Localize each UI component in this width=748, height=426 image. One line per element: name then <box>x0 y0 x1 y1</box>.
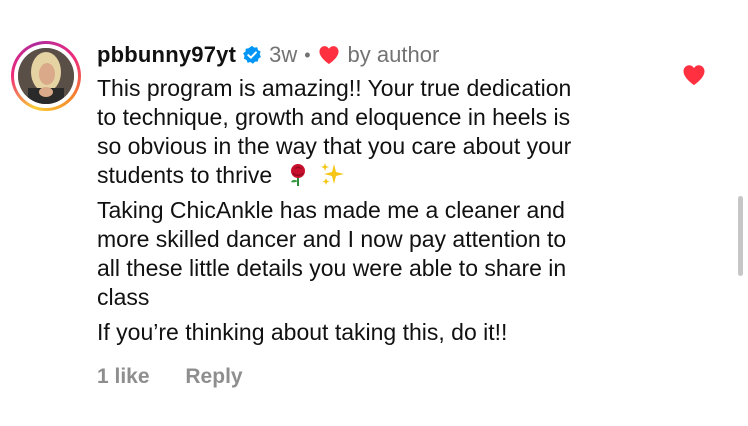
verified-badge-icon <box>242 45 262 65</box>
comment-line-with-emoji: students to thrive <box>97 161 667 190</box>
comment-line: to technique, growth and eloquence in he… <box>97 104 571 130</box>
like-heart-icon[interactable] <box>682 64 706 86</box>
scrollbar[interactable] <box>738 196 743 276</box>
avatar[interactable] <box>11 41 81 111</box>
likes-count-button[interactable]: 1 like <box>97 365 150 388</box>
sparkles-emoji-icon <box>320 161 345 185</box>
avatar-image <box>18 48 74 104</box>
heart-icon <box>318 45 340 65</box>
by-author-label: by author <box>347 42 440 67</box>
separator-dot: • <box>304 44 311 65</box>
comment-line: more skilled dancer and I now pay attent… <box>97 226 567 252</box>
comment-line: students to thrive <box>97 162 273 188</box>
comment-line: This program is amazing!! Your true dedi… <box>97 75 572 101</box>
comment-paragraph-2: Taking ChicAnkle has made me a cleaner a… <box>97 196 667 312</box>
comment-actions: 1 like Reply <box>97 365 243 389</box>
reply-button[interactable]: Reply <box>185 365 242 388</box>
comment-header: pbbunny97yt 3w • by author <box>97 41 439 69</box>
comment-line: If you’re thinking about taking this, do… <box>97 319 508 345</box>
rose-emoji-icon <box>286 163 310 187</box>
comment-line: class <box>97 284 150 310</box>
avatar-ring-gap <box>14 44 78 108</box>
time-ago: 3w <box>269 42 298 67</box>
comment-line: all these little details you were able t… <box>97 255 567 281</box>
username[interactable]: pbbunny97yt <box>97 42 236 68</box>
comment: pbbunny97yt 3w • by author This program … <box>0 0 748 426</box>
comment-paragraph-1: This program is amazing!! Your true dedi… <box>97 74 667 190</box>
comment-line: Taking ChicAnkle has made me a cleaner a… <box>97 197 565 223</box>
comment-text: This program is amazing!! Your true dedi… <box>97 74 667 353</box>
comment-line: so obvious in the way that you care abou… <box>97 133 572 159</box>
comment-paragraph-3: If you’re thinking about taking this, do… <box>97 318 667 347</box>
